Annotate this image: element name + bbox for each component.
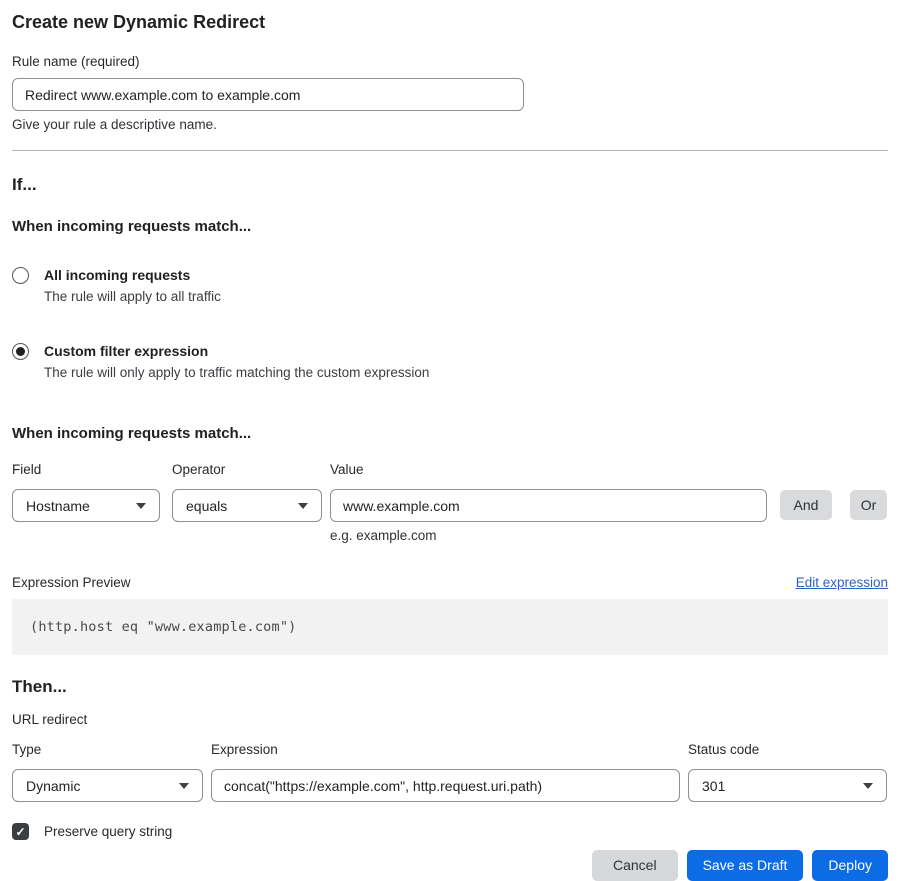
- field-select[interactable]: Hostname: [12, 489, 160, 522]
- radio-option-all-requests[interactable]: All incoming requests The rule will appl…: [12, 266, 888, 305]
- status-code-select-value: 301: [702, 778, 725, 794]
- expression-preview-box: (http.host eq "www.example.com"): [12, 599, 888, 655]
- type-label: Type: [12, 742, 203, 758]
- page-title: Create new Dynamic Redirect: [12, 11, 888, 33]
- radio-all-requests-label: All incoming requests: [44, 266, 221, 284]
- checkmark-icon: ✓: [15, 825, 25, 839]
- radio-all-requests[interactable]: [12, 267, 29, 284]
- rule-name-help: Give your rule a descriptive name.: [12, 117, 888, 133]
- field-column: Field Hostname: [12, 462, 160, 522]
- section-divider: [12, 150, 888, 151]
- status-code-column: Status code 301: [688, 742, 887, 802]
- radio-custom-filter-label: Custom filter expression: [44, 342, 429, 360]
- if-heading: If...: [12, 175, 888, 195]
- redirect-settings-row: Type Dynamic Expression Status code 301: [12, 742, 888, 802]
- deploy-button[interactable]: Deploy: [812, 850, 888, 881]
- value-input[interactable]: [330, 489, 767, 522]
- field-label: Field: [12, 462, 160, 478]
- match-heading: When incoming requests match...: [12, 218, 888, 236]
- value-help: e.g. example.com: [330, 528, 888, 544]
- rule-name-input[interactable]: [12, 78, 524, 111]
- or-button[interactable]: Or: [850, 490, 887, 520]
- preserve-query-checkbox[interactable]: ✓: [12, 823, 29, 840]
- chevron-down-icon: [863, 783, 873, 789]
- edit-expression-link[interactable]: Edit expression: [796, 575, 888, 590]
- create-redirect-form: Create new Dynamic Redirect Rule name (r…: [0, 0, 907, 881]
- operator-select[interactable]: equals: [172, 489, 322, 522]
- value-column: Value: [330, 462, 767, 522]
- radio-option-custom-filter[interactable]: Custom filter expression The rule will o…: [12, 342, 888, 381]
- operator-column: Operator equals: [172, 462, 322, 522]
- status-code-select[interactable]: 301: [688, 769, 887, 802]
- type-select-value: Dynamic: [26, 778, 80, 794]
- condition-row: Field Hostname Operator equals Value And…: [12, 462, 888, 522]
- expression-label: Expression: [211, 742, 680, 758]
- expression-preview-header: Expression Preview Edit expression: [12, 575, 888, 591]
- radio-option-texts: Custom filter expression The rule will o…: [44, 342, 429, 381]
- expression-preview-label: Expression Preview: [12, 575, 131, 591]
- chevron-down-icon: [298, 503, 308, 509]
- save-as-draft-button[interactable]: Save as Draft: [687, 850, 804, 881]
- field-select-value: Hostname: [26, 498, 90, 514]
- status-code-label: Status code: [688, 742, 887, 758]
- preserve-query-row[interactable]: ✓ Preserve query string: [12, 823, 888, 840]
- radio-custom-filter-description: The rule will only apply to traffic matc…: [44, 365, 429, 381]
- footer-actions: Cancel Save as Draft Deploy: [12, 850, 888, 881]
- preserve-query-label: Preserve query string: [44, 824, 172, 839]
- then-heading: Then...: [12, 677, 888, 697]
- url-redirect-label: URL redirect: [12, 712, 888, 728]
- expression-column: Expression: [211, 742, 680, 802]
- radio-option-texts: All incoming requests The rule will appl…: [44, 266, 221, 305]
- rule-name-label: Rule name (required): [12, 54, 888, 70]
- expression-preview-code: (http.host eq "www.example.com"): [30, 619, 297, 635]
- operator-label: Operator: [172, 462, 322, 478]
- operator-select-value: equals: [186, 498, 227, 514]
- radio-all-requests-description: The rule will apply to all traffic: [44, 289, 221, 305]
- radio-custom-filter[interactable]: [12, 343, 29, 360]
- and-button[interactable]: And: [780, 490, 832, 520]
- value-label: Value: [330, 462, 767, 478]
- cancel-button[interactable]: Cancel: [592, 850, 678, 881]
- type-select[interactable]: Dynamic: [12, 769, 203, 802]
- builder-heading: When incoming requests match...: [12, 425, 888, 443]
- chevron-down-icon: [179, 783, 189, 789]
- type-column: Type Dynamic: [12, 742, 203, 802]
- expression-input[interactable]: [211, 769, 680, 802]
- chevron-down-icon: [136, 503, 146, 509]
